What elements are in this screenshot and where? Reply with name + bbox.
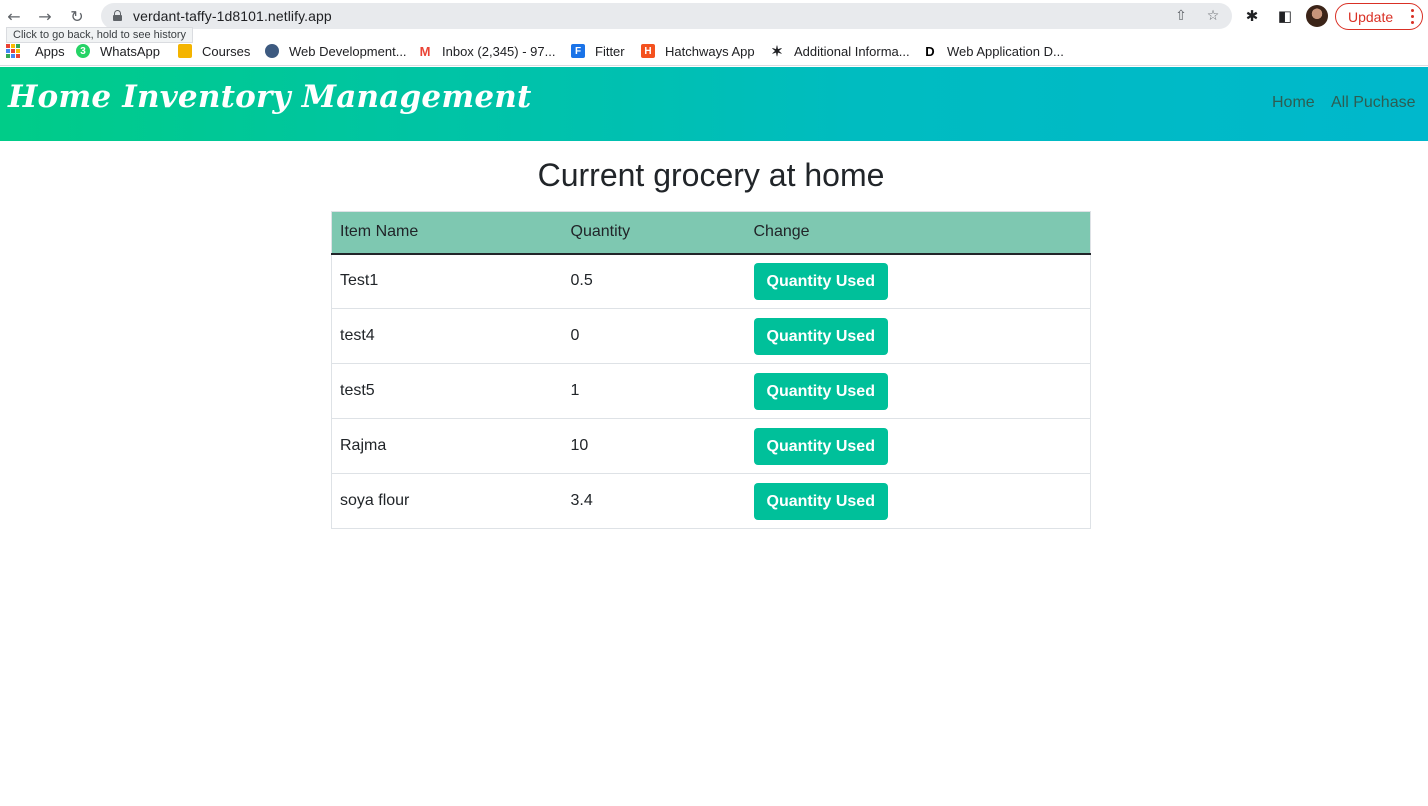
bookmark-label: Apps	[35, 43, 65, 59]
fitter-icon: F	[571, 44, 585, 58]
back-tooltip: Click to go back, hold to see history	[6, 27, 194, 43]
bookmark-label: Web Application D...	[947, 43, 1064, 59]
brand-title[interactable]: Home Inventory Management	[8, 79, 532, 115]
item-name-cell: Rajma	[331, 418, 563, 474]
bookmark-label: Courses	[202, 43, 251, 59]
bookmark-fitter[interactable]: F Fitter	[571, 42, 625, 60]
bookmark-label: Additional Informa...	[794, 43, 910, 59]
star-burst-icon: ✶	[770, 42, 784, 59]
bookmark-star-icon[interactable]: ☆	[1204, 7, 1222, 25]
table-row: Rajma 10 Quantity Used	[331, 418, 1091, 474]
whatsapp-icon: 3	[76, 44, 90, 58]
courses-icon	[178, 44, 192, 58]
extensions-puzzle-icon[interactable]: ✱	[1242, 6, 1262, 26]
bookmark-apps[interactable]: Apps	[6, 42, 65, 60]
bookmark-label: WhatsApp	[100, 43, 160, 59]
bookmark-courses[interactable]: Courses	[178, 42, 250, 60]
quantity-used-button[interactable]: Quantity Used	[753, 372, 888, 410]
quantity-cell: 0.5	[562, 253, 746, 309]
table-row: test4 0 Quantity Used	[331, 308, 1091, 364]
nav-home-link[interactable]: Home	[1272, 94, 1315, 112]
quantity-cell: 10	[562, 418, 746, 474]
column-header-quantity: Quantity	[562, 211, 746, 255]
item-name-cell: soya flour	[331, 473, 563, 529]
browser-toolbar: ← → ↻ verdant-taffy-1d8101.netlify.app ⇧…	[0, 0, 1428, 34]
bookmark-label: Hatchways App	[665, 43, 755, 59]
change-cell: Quantity Used	[745, 363, 1091, 419]
change-cell: Quantity Used	[745, 418, 1091, 474]
url-text[interactable]: verdant-taffy-1d8101.netlify.app	[133, 8, 332, 24]
nav-all-purchase-link[interactable]: All Puchase	[1331, 94, 1416, 112]
table-header-row: Item Name Quantity Change	[331, 211, 1091, 255]
item-name-cell: test4	[331, 308, 563, 364]
quantity-used-button[interactable]: Quantity Used	[753, 427, 888, 465]
hatchways-icon: H	[641, 44, 655, 58]
bookmark-whatsapp[interactable]: 3 WhatsApp	[76, 42, 160, 60]
change-cell: Quantity Used	[745, 308, 1091, 364]
quantity-cell: 1	[562, 363, 746, 419]
wordpress-icon	[265, 44, 279, 58]
apps-grid-icon	[6, 44, 20, 58]
gmail-icon: M	[418, 43, 432, 59]
bookmark-inbox[interactable]: M Inbox (2,345) - 97...	[418, 42, 555, 60]
quantity-used-button[interactable]: Quantity Used	[753, 317, 888, 355]
profile-avatar[interactable]	[1306, 5, 1328, 27]
bookmark-web-development[interactable]: Web Development...	[265, 42, 407, 60]
whatsapp-badge: 3	[80, 45, 86, 57]
lock-icon	[113, 10, 122, 21]
address-bar[interactable]: verdant-taffy-1d8101.netlify.app ⇧ ☆	[101, 3, 1232, 29]
bookmark-label: Inbox (2,345) - 97...	[442, 43, 556, 59]
bookmarks-bar: Apps 3 WhatsApp Courses Web Development.…	[0, 36, 1428, 66]
bookmark-additional-information[interactable]: ✶ Additional Informa...	[770, 42, 910, 60]
item-name-cell: test5	[331, 363, 563, 419]
page-title: Current grocery at home	[537, 157, 885, 193]
table-row: Test1 0.5 Quantity Used	[331, 253, 1091, 309]
column-header-change: Change	[745, 211, 1091, 255]
bookmark-label: Fitter	[595, 43, 625, 59]
bookmark-label: Web Development...	[289, 43, 407, 59]
column-header-item-name: Item Name	[331, 211, 563, 255]
share-icon[interactable]: ⇧	[1172, 7, 1190, 25]
quantity-used-button[interactable]: Quantity Used	[753, 482, 888, 520]
update-button-label: Update	[1348, 8, 1394, 25]
bookmark-hatchways[interactable]: H Hatchways App	[641, 42, 755, 60]
side-panel-icon[interactable]: ◧	[1275, 6, 1295, 26]
quantity-cell: 0	[562, 308, 746, 364]
change-cell: Quantity Used	[745, 253, 1091, 309]
forward-arrow-icon[interactable]: →	[34, 5, 56, 27]
d-logo-icon: D	[923, 44, 937, 59]
app-navbar: Home Inventory Management Home All Pucha…	[0, 67, 1428, 141]
reload-icon[interactable]: ↻	[66, 5, 88, 27]
back-arrow-icon[interactable]: ←	[3, 5, 25, 27]
update-button[interactable]: Update	[1335, 3, 1423, 30]
table-row: test5 1 Quantity Used	[331, 363, 1091, 419]
menu-dots-icon	[1411, 9, 1414, 24]
table-row: soya flour 3.4 Quantity Used	[331, 473, 1091, 529]
quantity-cell: 3.4	[562, 473, 746, 529]
change-cell: Quantity Used	[745, 473, 1091, 529]
item-name-cell: Test1	[331, 253, 563, 309]
quantity-used-button[interactable]: Quantity Used	[753, 262, 888, 300]
bookmark-web-application[interactable]: D Web Application D...	[923, 42, 1064, 60]
grocery-table: Item Name Quantity Change Test1 0.5 Quanti…	[331, 211, 1091, 529]
